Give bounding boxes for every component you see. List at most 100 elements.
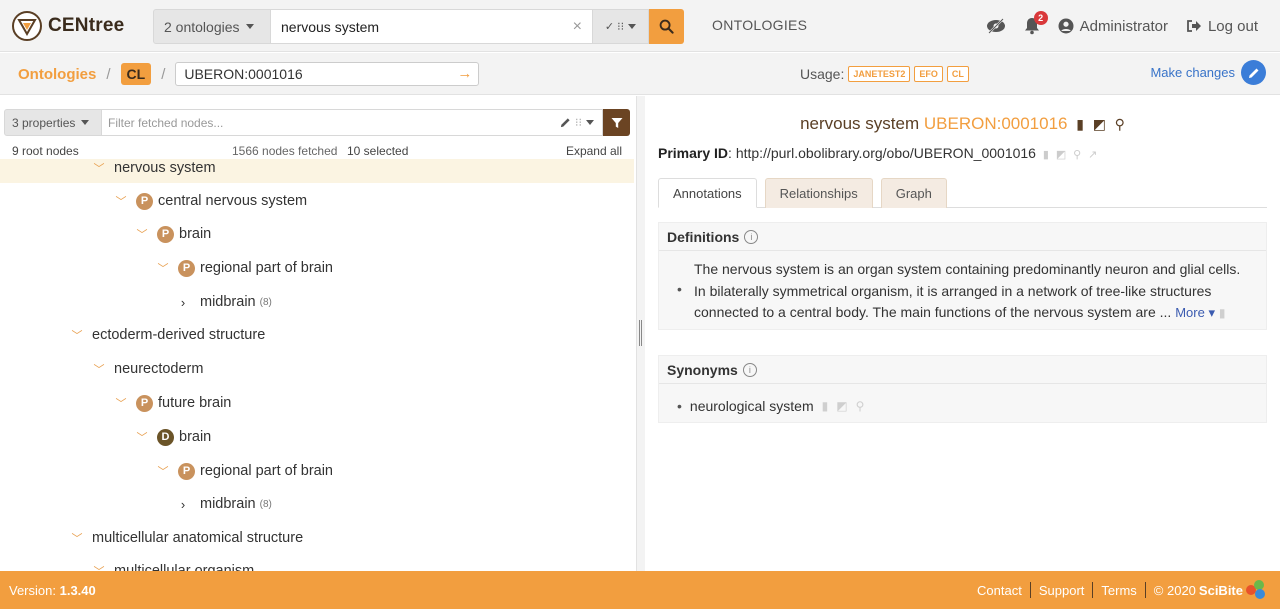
definitions-card: Definitions i • The nervous system is an… bbox=[658, 222, 1267, 330]
breadcrumb-separator: / bbox=[106, 65, 111, 83]
info-icon[interactable]: i bbox=[742, 362, 757, 377]
tab-annotations[interactable]: Annotations bbox=[658, 178, 757, 208]
search-icon[interactable]: ⚲ bbox=[1073, 149, 1081, 161]
breadcrumb-ontology-badge[interactable]: CL bbox=[120, 63, 152, 85]
detail-tabs: Annotations Relationships Graph bbox=[658, 178, 1267, 208]
chevron-down-icon[interactable]: ﹀ bbox=[70, 530, 84, 546]
tree-node[interactable]: ﹀ multicellular anatomical structure bbox=[0, 523, 634, 553]
tree-toolbar: 3 properties Filter fetched nodes... ⁝⁝ bbox=[4, 109, 630, 136]
child-count: (8) bbox=[259, 296, 272, 308]
chevron-down-icon[interactable]: ﹀ bbox=[92, 361, 106, 377]
clipboard-icon[interactable]: ▮ bbox=[1219, 306, 1226, 320]
nav-ontologies-link[interactable]: ONTOLOGIES bbox=[712, 17, 807, 33]
more-link[interactable]: More ▾ bbox=[1175, 305, 1215, 320]
make-changes-button[interactable]: Make changes bbox=[1150, 60, 1266, 85]
chevron-down-icon[interactable]: ﹀ bbox=[114, 193, 128, 209]
expand-all-link[interactable]: Expand all bbox=[566, 144, 622, 158]
clipboard-icon[interactable]: ▮ bbox=[822, 399, 829, 413]
footer-separator bbox=[1092, 582, 1094, 598]
tree-node[interactable]: › midbrain (8) bbox=[0, 489, 634, 519]
external-image-icon[interactable]: ◩ bbox=[836, 399, 847, 413]
chevron-down-icon[interactable]: ﹀ bbox=[156, 260, 170, 276]
search-options-dropdown[interactable]: ✓ ⁝⁝ bbox=[593, 9, 649, 44]
terms-link[interactable]: Terms bbox=[1101, 583, 1136, 598]
tree-node[interactable]: ﹀ nervous system bbox=[0, 159, 634, 183]
clipboard-icon[interactable]: ▮ bbox=[1076, 116, 1084, 132]
usage-label: Usage: bbox=[800, 66, 845, 82]
chevron-down-icon[interactable]: ﹀ bbox=[114, 395, 128, 411]
splitter-grip-icon[interactable] bbox=[639, 320, 642, 346]
ontology-tree: ﹀ nervous system ﹀ P central nervous sys… bbox=[0, 159, 634, 571]
chevron-down-icon[interactable]: ﹀ bbox=[135, 226, 149, 242]
tree-node[interactable]: ﹀ ectoderm-derived structure bbox=[0, 320, 634, 350]
tab-graph[interactable]: Graph bbox=[880, 178, 947, 208]
definitions-header: Definitions i bbox=[659, 223, 1266, 251]
synonym-label: neurological system bbox=[689, 398, 814, 414]
clear-icon[interactable]: × bbox=[573, 18, 582, 36]
chevron-down-icon[interactable]: ﹀ bbox=[135, 429, 149, 445]
properties-select[interactable]: 3 properties bbox=[4, 109, 102, 136]
footer-separator bbox=[1144, 582, 1146, 598]
tree-node[interactable]: ﹀ P future brain bbox=[0, 388, 634, 418]
company-name[interactable]: SciBite bbox=[1199, 583, 1243, 598]
contact-link[interactable]: Contact bbox=[977, 583, 1022, 598]
search-icon[interactable]: ⚲ bbox=[1115, 116, 1125, 132]
version-number: 1.3.40 bbox=[59, 583, 96, 598]
filter-options-dropdown[interactable]: ⁝⁝ bbox=[560, 116, 594, 129]
user-name: Administrator bbox=[1079, 17, 1168, 35]
go-arrow-icon[interactable]: → bbox=[457, 65, 472, 82]
logout-button[interactable]: Log out bbox=[1186, 18, 1258, 35]
clipboard-icon[interactable]: ▮ bbox=[1043, 149, 1049, 161]
tree-node[interactable]: ﹀ D brain bbox=[0, 422, 634, 452]
external-image-icon[interactable]: ◩ bbox=[1056, 149, 1066, 161]
tree-node[interactable]: ﹀ P brain bbox=[0, 219, 634, 249]
tree-node[interactable]: › midbrain (8) bbox=[0, 287, 634, 317]
term-id: UBERON:0001016 bbox=[923, 114, 1068, 133]
ontology-select[interactable]: 2 ontologies bbox=[153, 9, 271, 44]
term-id-input[interactable]: UBERON:0001016 → bbox=[175, 62, 480, 86]
chevron-down-icon[interactable]: ﹀ bbox=[92, 160, 106, 176]
chevron-down-icon[interactable]: ﹀ bbox=[70, 327, 84, 343]
pencil-icon bbox=[560, 118, 570, 128]
info-icon[interactable]: i bbox=[744, 229, 759, 244]
chevron-down-icon[interactable]: ﹀ bbox=[156, 463, 170, 479]
more-label: More bbox=[1175, 305, 1205, 320]
external-link-icon[interactable]: ↗ bbox=[1088, 149, 1097, 161]
search-button[interactable] bbox=[649, 9, 684, 44]
tree-node[interactable]: ﹀ neurectoderm bbox=[0, 354, 634, 384]
tree-node-label: brain bbox=[179, 429, 212, 445]
filter-nodes-input[interactable]: Filter fetched nodes... ⁝⁝ bbox=[102, 109, 603, 136]
filter-button[interactable] bbox=[603, 109, 630, 136]
external-image-icon[interactable]: ◩ bbox=[1093, 116, 1106, 132]
tree-node-label: brain bbox=[179, 226, 212, 242]
usage-badge[interactable]: JANETEST2 bbox=[848, 66, 911, 82]
usage-badge[interactable]: CL bbox=[946, 66, 969, 82]
chevron-right-icon[interactable]: › bbox=[176, 295, 190, 310]
version-info: Version: 1.3.40 bbox=[9, 583, 96, 598]
tree-node[interactable]: ﹀ P regional part of brain bbox=[0, 456, 634, 486]
ontology-select-label: 2 ontologies bbox=[164, 18, 240, 35]
child-count: (8) bbox=[259, 498, 272, 510]
brand[interactable]: CENtree bbox=[12, 10, 124, 42]
tree-node[interactable]: ﹀ P regional part of brain bbox=[0, 253, 634, 283]
user-menu[interactable]: Administrator bbox=[1058, 18, 1168, 35]
chevron-right-icon[interactable]: › bbox=[176, 497, 190, 512]
tree-node-label: ectoderm-derived structure bbox=[92, 327, 266, 343]
footer-separator bbox=[1029, 582, 1031, 598]
copyright-text: © 2020 bbox=[1153, 582, 1196, 598]
tab-relationships[interactable]: Relationships bbox=[764, 178, 873, 208]
version-label: Version: bbox=[9, 583, 56, 598]
notification-count-badge: 2 bbox=[1033, 11, 1048, 25]
usage-badge[interactable]: EFO bbox=[914, 66, 943, 82]
panel-splitter[interactable] bbox=[636, 96, 645, 571]
synonyms-card: Synonyms i • neurological system ▮ ◩ ⚲ bbox=[658, 355, 1267, 423]
tree-node[interactable]: ﹀ multicellular organism bbox=[0, 556, 634, 571]
search-icon[interactable]: ⚲ bbox=[856, 399, 865, 413]
support-link[interactable]: Support bbox=[1039, 583, 1085, 598]
hide-eye-button[interactable] bbox=[986, 18, 1006, 34]
tree-node[interactable]: ﹀ P central nervous system bbox=[0, 186, 634, 216]
chevron-down-icon[interactable]: ﹀ bbox=[92, 563, 106, 571]
search-input[interactable]: nervous system × bbox=[271, 9, 593, 44]
breadcrumb-ontologies-link[interactable]: Ontologies bbox=[18, 66, 96, 83]
notifications-button[interactable]: 2 bbox=[1024, 11, 1048, 35]
